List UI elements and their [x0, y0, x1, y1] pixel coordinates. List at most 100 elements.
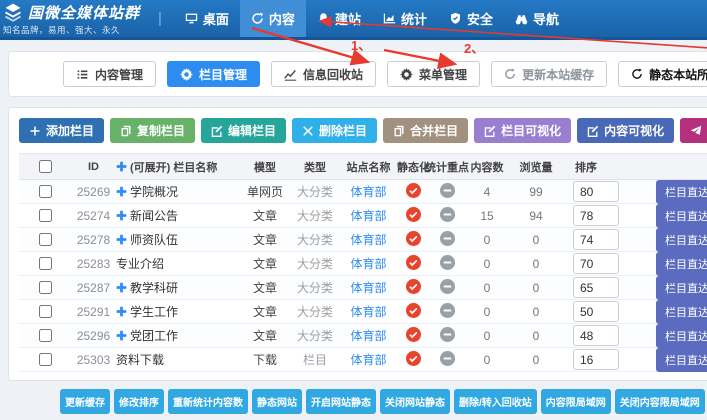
stats-focus-off-icon[interactable] — [440, 279, 455, 297]
sort-input[interactable] — [573, 181, 619, 202]
site-link[interactable]: 体育部 — [350, 351, 386, 368]
action-button[interactable]: 栏目可视化 — [474, 118, 571, 143]
static-enabled-icon[interactable] — [406, 183, 421, 201]
stats-focus-off-icon[interactable] — [440, 327, 455, 345]
column-direct-button[interactable]: 栏目直达 — [656, 324, 707, 348]
row-checkbox[interactable] — [39, 185, 52, 198]
toolbar-button[interactable]: 信息回收站 — [271, 61, 376, 87]
column-name-link[interactable]: 学生工作 — [130, 303, 178, 320]
toolbar-button-label: 菜单管理 — [419, 66, 467, 83]
column-name-link[interactable]: 党团工作 — [130, 327, 178, 344]
action-button[interactable]: 添加栏目 — [19, 118, 104, 143]
sort-input[interactable] — [573, 349, 619, 370]
static-enabled-icon[interactable] — [406, 303, 421, 321]
nav-item[interactable]: 统计 — [372, 0, 438, 37]
edit-icon — [484, 125, 496, 137]
row-checkbox[interactable] — [39, 233, 52, 246]
column-direct-button[interactable]: 栏目直达 — [656, 276, 707, 300]
static-enabled-icon[interactable] — [406, 207, 421, 225]
sort-input[interactable] — [573, 325, 619, 346]
column-name-link[interactable]: 资料下载 — [116, 351, 164, 368]
row-checkbox[interactable] — [39, 305, 52, 318]
column-direct-button[interactable]: 栏目直达 — [656, 348, 707, 372]
bulk-action-button[interactable]: 静态网站 — [252, 389, 302, 414]
select-all-checkbox[interactable] — [39, 160, 52, 173]
toolbar-button[interactable]: 内容管理 — [63, 61, 156, 87]
bulk-action-button[interactable]: 删除/转入回收站 — [454, 389, 537, 414]
bulk-action-button[interactable]: 修改排序 — [114, 389, 164, 414]
site-link[interactable]: 体育部 — [350, 183, 386, 200]
expand-plus-icon[interactable] — [116, 234, 127, 245]
sort-input[interactable] — [573, 277, 619, 298]
action-button[interactable]: 复制栏目 — [110, 118, 195, 143]
column-direct-button[interactable]: 栏目直达 — [656, 204, 707, 228]
site-link[interactable]: 体育部 — [350, 207, 386, 224]
stats-focus-off-icon[interactable] — [440, 255, 455, 273]
table-row: 25291 学生工作 文章 大分类 体育部 — [19, 300, 707, 324]
row-checkbox[interactable] — [39, 257, 52, 270]
column-name-link[interactable]: 专业介绍 — [116, 255, 164, 272]
action-button[interactable]: 编辑栏目 — [201, 118, 286, 143]
table-row: 25269 学院概况 单网页 大分类 体育部 — [19, 180, 707, 204]
sort-input[interactable] — [573, 205, 619, 226]
bulk-action-button[interactable]: 开启网站静态 — [306, 389, 376, 414]
expand-plus-icon[interactable] — [116, 210, 127, 221]
stats-focus-off-icon[interactable] — [440, 207, 455, 225]
toolbar-button-label: 内容管理 — [95, 66, 143, 83]
row-type: 栏目 — [289, 351, 341, 368]
site-link[interactable]: 体育部 — [350, 303, 386, 320]
row-checkbox[interactable] — [39, 281, 52, 294]
edit-icon — [211, 125, 223, 137]
nav-item[interactable]: 导航 — [504, 0, 570, 37]
toolbar-button[interactable]: 更新本站缓存 — [491, 61, 607, 87]
nav-item[interactable]: 内容 — [240, 0, 306, 37]
site-link[interactable]: 体育部 — [350, 231, 386, 248]
static-enabled-icon[interactable] — [406, 351, 421, 369]
column-name-link[interactable]: 学院概况 — [130, 183, 178, 200]
static-enabled-icon[interactable] — [406, 255, 421, 273]
action-button[interactable]: 内容可视化 — [577, 118, 674, 143]
expand-plus-icon[interactable] — [116, 282, 127, 293]
column-name-link[interactable]: 教学科研 — [130, 279, 178, 296]
sort-input[interactable] — [573, 229, 619, 250]
bulk-action-button[interactable]: 关闭网站静态 — [380, 389, 450, 414]
nav-item[interactable]: 桌面 — [174, 0, 240, 37]
column-direct-button[interactable]: 栏目直达 — [656, 252, 707, 276]
nav-item[interactable]: 建站 — [306, 0, 372, 37]
expand-plus-icon[interactable] — [116, 306, 127, 317]
toolbar-button[interactable]: 栏目管理 — [167, 61, 260, 87]
bulk-action-button[interactable]: 内容限局域网 — [541, 389, 611, 414]
column-direct-button[interactable]: 栏目直达 — [656, 180, 707, 204]
static-enabled-icon[interactable] — [406, 327, 421, 345]
bulk-action-button[interactable]: 重新统计内容数 — [168, 389, 248, 414]
column-direct-button[interactable]: 栏目直达 — [656, 300, 707, 324]
sort-input[interactable] — [573, 253, 619, 274]
row-checkbox[interactable] — [39, 209, 52, 222]
action-button[interactable]: 删除栏目 — [292, 118, 377, 143]
static-enabled-icon[interactable] — [406, 231, 421, 249]
site-link[interactable]: 体育部 — [350, 327, 386, 344]
stats-focus-off-icon[interactable] — [440, 183, 455, 201]
column-name-link[interactable]: 师资队伍 — [130, 231, 178, 248]
expand-plus-icon[interactable] — [116, 330, 127, 341]
bulk-action-button[interactable]: 更新缓存 — [60, 389, 110, 414]
stats-focus-off-icon[interactable] — [440, 351, 455, 369]
site-link[interactable]: 体育部 — [350, 279, 386, 296]
column-direct-button[interactable]: 栏目直达 — [656, 228, 707, 252]
expand-plus-icon[interactable] — [116, 186, 127, 197]
action-button[interactable]: 合并栏目 — [383, 118, 468, 143]
nav-item[interactable]: 安全 — [438, 0, 504, 37]
stats-focus-off-icon[interactable] — [440, 303, 455, 321]
bulk-action-button[interactable]: 关闭内容限局域网 — [615, 389, 705, 414]
sort-input[interactable] — [573, 301, 619, 322]
stats-focus-off-icon[interactable] — [440, 231, 455, 249]
action-button[interactable]: 发布内容 — [680, 118, 707, 143]
logo-tagline: 知名品牌，易用、强大、永久 — [3, 24, 150, 36]
toolbar-button[interactable]: 菜单管理 — [387, 61, 480, 87]
row-checkbox[interactable] — [39, 329, 52, 342]
static-enabled-icon[interactable] — [406, 279, 421, 297]
column-name-link[interactable]: 新闻公告 — [130, 207, 178, 224]
toolbar-button[interactable]: 静态本站所有数据 — [618, 61, 707, 87]
row-checkbox[interactable] — [39, 353, 52, 366]
site-link[interactable]: 体育部 — [350, 255, 386, 272]
